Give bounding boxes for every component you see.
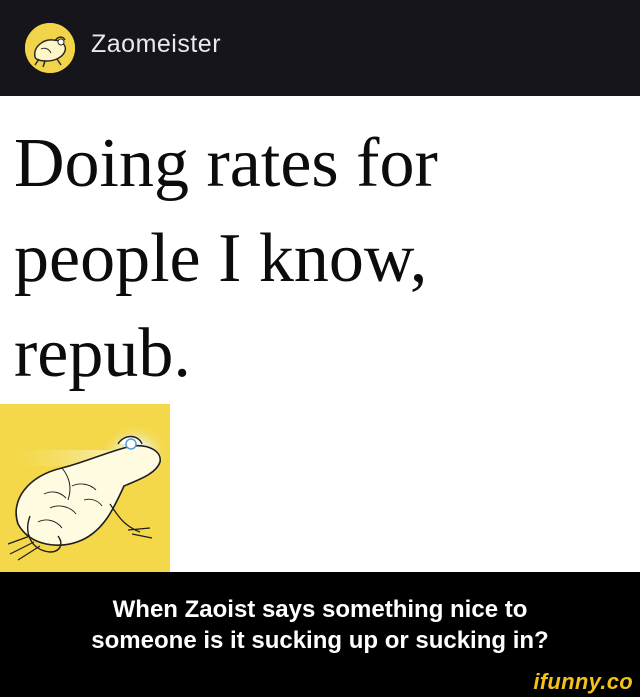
caption-text: When Zaoist says something nice to someo… [91,596,549,654]
post-text: Doing rates for people I know, repub. [14,125,438,392]
ifunny-watermark: ifunny.co [533,669,633,694]
avatar[interactable] [25,23,75,73]
username[interactable]: Zaomeister [91,30,221,59]
caption-bar: When Zaoist says something nice to someo… [0,572,640,697]
glowing-frog-image [0,404,170,572]
post-header: Zaomeister [0,0,640,96]
post-content: Doing rates for people I know, repub. [0,96,640,572]
frog-avatar-icon [25,23,75,73]
